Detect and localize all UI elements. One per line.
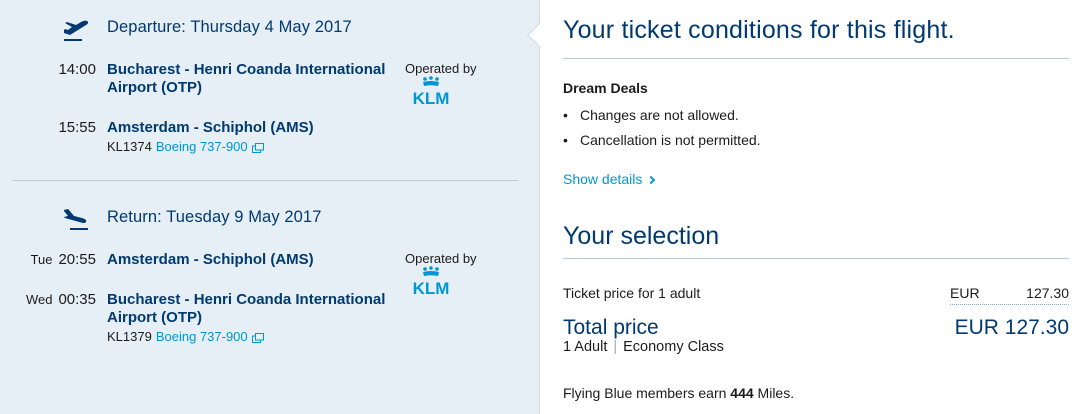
show-details-label[interactable]: Show details [563, 171, 642, 187]
itinerary-panel: Departure: Thursday 4 May 2017 14:00 Buc… [0, 0, 540, 414]
departure-title: Departure: Thursday 4 May 2017 [107, 18, 352, 36]
operated-by-label: Operated by [405, 251, 477, 266]
return-departure-clock: 20:55 [58, 251, 96, 268]
cabin-class: Economy Class [623, 339, 724, 355]
return-arrival-day: Wed [25, 292, 53, 307]
departure-header: Departure: Thursday 4 May 2017 [0, 14, 530, 42]
return-header: Return: Tuesday 9 May 2017 [0, 204, 530, 232]
return-destination-airport: Bucharest - Henri Coanda International A… [107, 291, 386, 326]
separator: | [613, 339, 618, 355]
departure-time: 14:00 [58, 61, 96, 78]
ticket-price-label: Ticket price for 1 adult [563, 285, 701, 301]
external-link-icon[interactable] [251, 332, 264, 343]
passenger-count: 1 Adult [563, 339, 608, 355]
ticket-price-amount: 127.30 [1026, 285, 1069, 301]
selection-title: Your selection [563, 222, 720, 250]
klm-logo-text: KLM [413, 89, 450, 106]
fare-name: Dream Deals [563, 80, 648, 96]
total-price-label: Total price [563, 316, 659, 339]
passenger-info: 1 Adult | Economy Class [563, 339, 724, 355]
price-dotted-rule [950, 304, 1069, 305]
external-link-icon[interactable] [251, 142, 264, 153]
leg-divider [12, 180, 518, 181]
klm-logo-icon: KLM [413, 76, 450, 106]
klm-logo-text: KLM [413, 279, 450, 296]
aircraft-link[interactable]: Boeing 737-900 [156, 139, 248, 154]
return-flight-info: KL1379 Boeing 737-900 [107, 329, 264, 344]
miles-info: Flying Blue members earn 444 Miles. [563, 385, 794, 401]
departure-operated-by: Operated by KLM [405, 60, 495, 106]
return-departure-day: Tue [30, 252, 53, 267]
ticket-price-currency: EUR [950, 285, 980, 301]
return-arrival-time: Wed 00:35 [26, 291, 96, 308]
fare-rules-list: Changes are not allowed. Cancellation is… [563, 104, 761, 154]
klm-logo-icon: KLM [413, 266, 450, 296]
fare-rule: Changes are not allowed. [563, 104, 761, 129]
flight-number: KL1374 [107, 139, 152, 154]
departure-origin-airport: Bucharest - Henri Coanda International A… [107, 61, 386, 96]
fare-rule: Cancellation is not permitted. [563, 129, 761, 154]
flight-number: KL1379 [107, 329, 152, 344]
return-origin-airport: Amsterdam - Schiphol (AMS) [107, 251, 314, 268]
landing-icon [64, 209, 88, 230]
return-departure-time: Tue 20:55 [31, 251, 96, 268]
details-panel: Your ticket conditions for this flight. … [541, 0, 1080, 414]
return-title: Return: Tuesday 9 May 2017 [107, 208, 322, 226]
return-arrival-clock: 00:35 [58, 291, 96, 308]
selection-divider [563, 258, 1069, 259]
total-price-amount: EUR 127.30 [954, 316, 1069, 339]
conditions-title: Your ticket conditions for this flight. [563, 16, 955, 44]
departure-flight-info: KL1374 Boeing 737-900 [107, 139, 264, 154]
conditions-divider [563, 58, 1069, 59]
show-details-link[interactable]: Show details [563, 171, 656, 187]
operated-by-label: Operated by [405, 61, 477, 76]
chevron-right-icon[interactable] [647, 175, 656, 185]
arrival-time: 15:55 [58, 119, 96, 136]
miles-prefix: Flying Blue members earn [563, 385, 727, 401]
return-operated-by: Operated by KLM [405, 250, 495, 296]
takeoff-icon [64, 20, 89, 41]
miles-value: 444 [730, 385, 754, 401]
aircraft-link[interactable]: Boeing 737-900 [156, 329, 248, 344]
miles-suffix: Miles. [757, 385, 795, 401]
departure-destination-airport: Amsterdam - Schiphol (AMS) [107, 119, 314, 136]
